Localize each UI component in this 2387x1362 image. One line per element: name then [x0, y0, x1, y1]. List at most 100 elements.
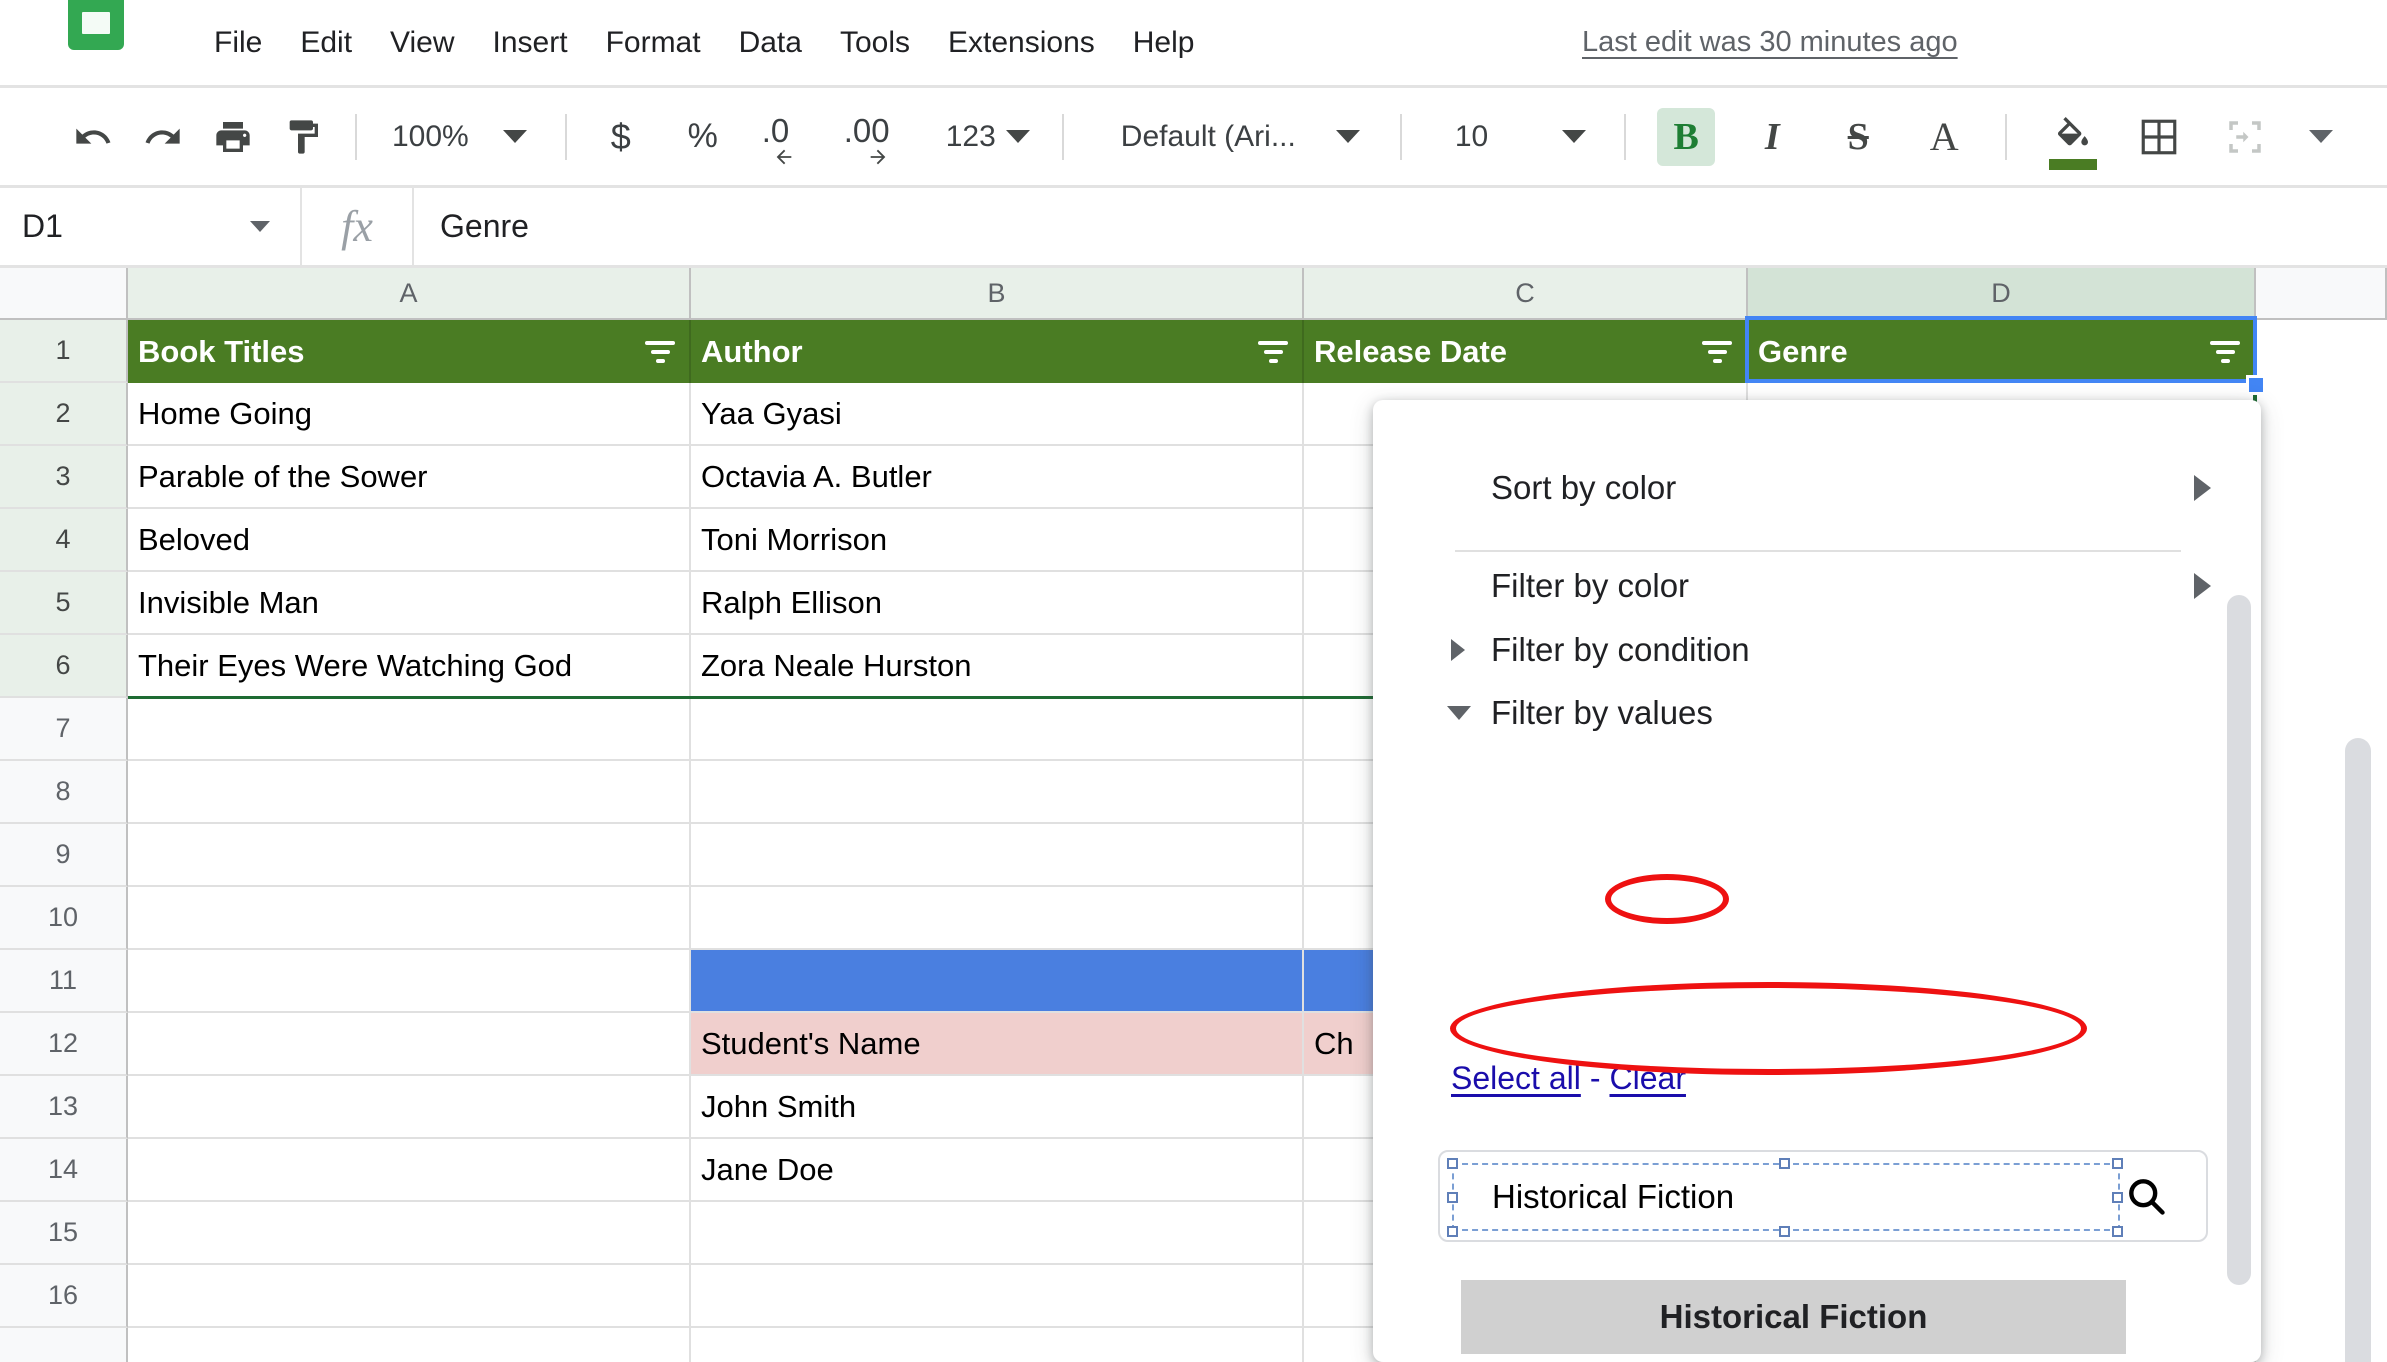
font-family-selector[interactable]: Default (Ari...	[1121, 120, 1360, 154]
menu-item-edit[interactable]: Edit	[281, 22, 371, 64]
selection-handle-tc[interactable]	[1779, 1158, 1790, 1169]
cell-B15[interactable]	[691, 1202, 1304, 1265]
filter-popup-scrollbar[interactable]	[2227, 595, 2251, 1285]
chevron-down-icon[interactable]	[1335, 130, 1360, 143]
decrease-decimal-button[interactable]: .0	[754, 108, 826, 166]
selection-handle-br[interactable]	[2112, 1226, 2123, 1237]
cell-A9[interactable]	[128, 824, 691, 887]
cell-A10[interactable]	[128, 887, 691, 950]
row-header-5[interactable]: 5	[0, 572, 128, 635]
undo-icon[interactable]	[64, 108, 122, 166]
chevron-down-icon[interactable]	[502, 130, 527, 143]
sheet-vertical-scrollbar[interactable]	[2345, 738, 2371, 1362]
row-header-7[interactable]: 7	[0, 698, 128, 761]
toolbar-overflow-icon[interactable]	[2292, 108, 2350, 166]
selection-handle-tr[interactable]	[2112, 1158, 2123, 1169]
cell-B3[interactable]: Octavia A. Butler	[691, 446, 1304, 509]
row-header-3[interactable]: 3	[0, 446, 128, 509]
filter-icon-column-a[interactable]	[643, 335, 677, 369]
row-header-14[interactable]: 14	[0, 1139, 128, 1202]
row-header-17[interactable]	[0, 1328, 128, 1362]
row-header-16[interactable]: 16	[0, 1265, 128, 1328]
cell-A6[interactable]: Their Eyes Were Watching God	[128, 635, 691, 698]
text-color-button[interactable]: A	[1915, 108, 1973, 166]
cell-B4[interactable]: Toni Morrison	[691, 509, 1304, 572]
filter-search-box[interactable]: Historical Fiction	[1438, 1150, 2208, 1242]
cell-B17[interactable]	[691, 1328, 1304, 1362]
menu-item-filter-by-values[interactable]: Filter by values	[1373, 677, 2261, 749]
select-all-corner[interactable]	[0, 268, 128, 320]
row-header-1[interactable]: 1	[0, 320, 128, 383]
increase-decimal-button[interactable]: .00	[840, 108, 924, 166]
select-all-link[interactable]: Select all	[1451, 1060, 1581, 1097]
selection-handle-tl[interactable]	[1447, 1158, 1458, 1169]
strikethrough-button[interactable]: S	[1829, 108, 1887, 166]
row-header-12[interactable]: 12	[0, 1013, 128, 1076]
paint-format-icon[interactable]	[274, 108, 332, 166]
row-header-13[interactable]: 13	[0, 1076, 128, 1139]
cell-B9[interactable]	[691, 824, 1304, 887]
cell-A7[interactable]	[128, 698, 691, 761]
selection-handle-bc[interactable]	[1779, 1226, 1790, 1237]
menu-item-file[interactable]: File	[195, 22, 281, 64]
selection-handle-bl[interactable]	[1447, 1226, 1458, 1237]
cell-D1[interactable]: Genre	[1748, 320, 2256, 383]
cell-B16[interactable]	[691, 1265, 1304, 1328]
row-header-15[interactable]: 15	[0, 1202, 128, 1265]
cell-B12[interactable]: Student's Name	[691, 1013, 1304, 1076]
filter-value-item-historical-fiction[interactable]: Historical Fiction	[1461, 1280, 2126, 1354]
cell-B1[interactable]: Author	[691, 320, 1304, 383]
percent-format-button[interactable]: %	[672, 108, 734, 166]
cell-B7[interactable]	[691, 698, 1304, 761]
row-header-8[interactable]: 8	[0, 761, 128, 824]
cell-A15[interactable]	[128, 1202, 691, 1265]
filter-icon-column-c[interactable]	[1700, 335, 1734, 369]
row-header-4[interactable]: 4	[0, 509, 128, 572]
cell-A11[interactable]	[128, 950, 691, 1013]
cell-B10[interactable]	[691, 887, 1304, 950]
cell-B14[interactable]: Jane Doe	[691, 1139, 1304, 1202]
cell-B8[interactable]	[691, 761, 1304, 824]
chevron-down-icon[interactable]	[250, 221, 270, 232]
menu-item-data[interactable]: Data	[720, 22, 821, 64]
row-header-6[interactable]: 6	[0, 635, 128, 698]
menu-item-format[interactable]: Format	[587, 22, 720, 64]
cell-B2[interactable]: Yaa Gyasi	[691, 383, 1304, 446]
menu-item-insert[interactable]: Insert	[474, 22, 587, 64]
menu-item-tools[interactable]: Tools	[821, 22, 929, 64]
clear-link[interactable]: Clear	[1610, 1060, 1686, 1097]
fill-color-icon[interactable]	[2044, 108, 2102, 170]
filter-icon-column-d[interactable]	[2208, 335, 2242, 369]
name-box[interactable]: D1	[0, 185, 300, 268]
menu-item-sort-by-color[interactable]: Sort by color	[1373, 452, 2261, 524]
cell-B6[interactable]: Zora Neale Hurston	[691, 635, 1304, 698]
menu-item-extensions[interactable]: Extensions	[929, 22, 1114, 64]
cell-A17[interactable]	[128, 1328, 691, 1362]
cell-A1[interactable]: Book Titles	[128, 320, 691, 383]
cell-B13[interactable]: John Smith	[691, 1076, 1304, 1139]
chevron-down-icon[interactable]	[1562, 130, 1587, 143]
zoom-control[interactable]: 100%	[392, 120, 527, 154]
selection-handle-ml[interactable]	[1447, 1192, 1458, 1203]
number-format-button[interactable]: 123	[946, 120, 1030, 154]
column-header-a[interactable]: A	[128, 268, 691, 320]
column-header-e[interactable]	[2256, 268, 2387, 320]
row-header-9[interactable]: 9	[0, 824, 128, 887]
cell-A14[interactable]	[128, 1139, 691, 1202]
search-icon[interactable]	[2124, 1174, 2168, 1218]
merge-cells-icon[interactable]	[2216, 108, 2274, 166]
redo-icon[interactable]	[134, 108, 192, 166]
cell-A3[interactable]: Parable of the Sower	[128, 446, 691, 509]
currency-format-button[interactable]: $	[590, 108, 652, 166]
formula-input[interactable]: Genre	[414, 185, 2387, 268]
cell-A8[interactable]	[128, 761, 691, 824]
menu-item-filter-by-condition[interactable]: Filter by condition	[1373, 614, 2261, 686]
chevron-down-icon[interactable]	[1005, 130, 1030, 143]
fill-handle[interactable]	[2246, 375, 2266, 395]
cell-A4[interactable]: Beloved	[128, 509, 691, 572]
column-header-d[interactable]: D	[1748, 268, 2256, 320]
last-edit-status[interactable]: Last edit was 30 minutes ago	[1582, 0, 1958, 85]
column-header-c[interactable]: C	[1304, 268, 1748, 320]
column-header-b[interactable]: B	[691, 268, 1304, 320]
selection-handle-mr[interactable]	[2112, 1192, 2123, 1203]
